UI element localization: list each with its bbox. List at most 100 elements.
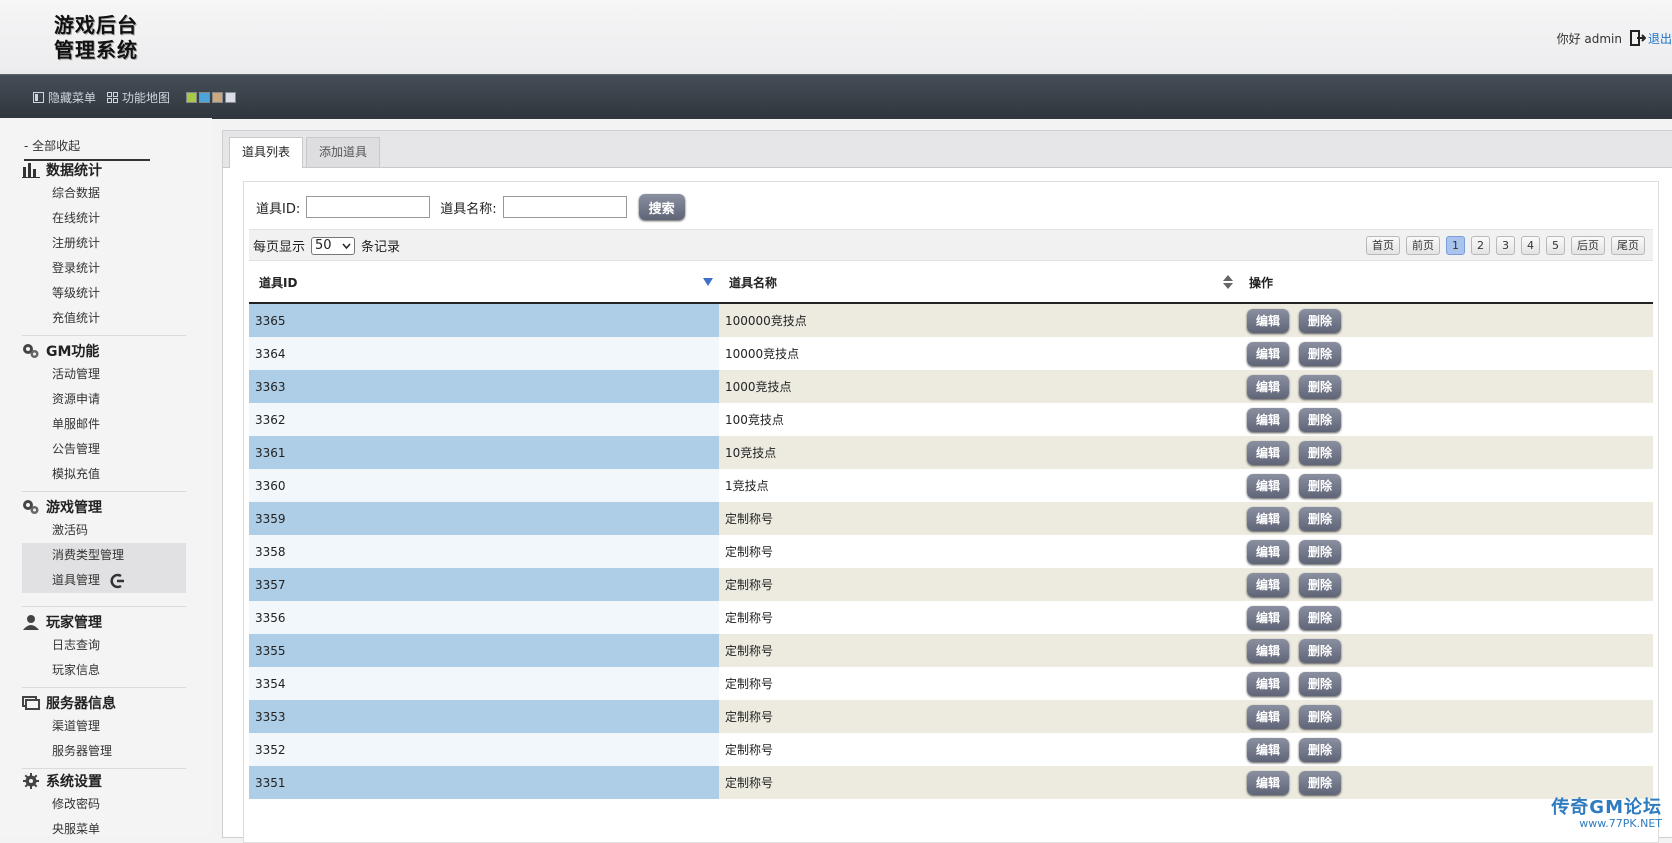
- table-row[interactable]: 3353 定制称号 编辑 删除: [249, 700, 1653, 733]
- delete-button[interactable]: 删除: [1299, 473, 1341, 498]
- delete-button[interactable]: 删除: [1299, 638, 1341, 663]
- sidebar-item[interactable]: 激活码: [22, 518, 186, 543]
- page-button[interactable]: 4: [1521, 236, 1540, 255]
- table-row[interactable]: 3364 10000竞技点 编辑 删除: [249, 337, 1653, 370]
- sidebar-item[interactable]: 消费类型管理: [22, 543, 186, 568]
- page-size-select[interactable]: 50: [311, 236, 356, 255]
- table-row[interactable]: 3362 100竞技点 编辑 删除: [249, 403, 1653, 436]
- page-button-current[interactable]: 1: [1446, 236, 1465, 255]
- table-row[interactable]: 3356 定制称号 编辑 删除: [249, 601, 1653, 634]
- edit-button[interactable]: 编辑: [1247, 341, 1289, 366]
- edit-button[interactable]: 编辑: [1247, 704, 1289, 729]
- sidebar-group-title[interactable]: 服务器信息: [22, 692, 186, 714]
- sidebar-item[interactable]: 模拟充值: [22, 462, 186, 487]
- table-row[interactable]: 3357 定制称号 编辑 删除: [249, 568, 1653, 601]
- edit-button[interactable]: 编辑: [1247, 737, 1289, 762]
- logout-link[interactable]: 退出: [1648, 30, 1672, 47]
- first-page-button[interactable]: 首页: [1366, 236, 1400, 255]
- table-row[interactable]: 3365 100000竞技点 编辑 删除: [249, 303, 1653, 337]
- edit-button[interactable]: 编辑: [1247, 473, 1289, 498]
- table-row[interactable]: 3351 定制称号 编辑 删除: [249, 766, 1653, 799]
- page-button[interactable]: 2: [1471, 236, 1490, 255]
- sidebar-group-title[interactable]: 系统设置: [22, 770, 186, 792]
- theme-swatch-blue[interactable]: [199, 92, 210, 103]
- sidebar-item[interactable]: 在线统计: [22, 206, 186, 231]
- delete-button[interactable]: 删除: [1299, 506, 1341, 531]
- delete-button[interactable]: 删除: [1299, 770, 1341, 795]
- delete-button[interactable]: 删除: [1299, 671, 1341, 696]
- delete-button[interactable]: 删除: [1299, 704, 1341, 729]
- hide-menu-button[interactable]: 隐藏菜单: [33, 89, 96, 106]
- next-page-button[interactable]: 后页: [1571, 236, 1605, 255]
- table-row[interactable]: 3360 1竞技点 编辑 删除: [249, 469, 1653, 502]
- theme-swatch-grey[interactable]: [225, 92, 236, 103]
- prev-page-button[interactable]: 前页: [1406, 236, 1440, 255]
- sidebar-item[interactable]: 央服菜单: [22, 817, 186, 842]
- edit-button[interactable]: 编辑: [1247, 572, 1289, 597]
- table-row[interactable]: 3358 定制称号 编辑 删除: [249, 535, 1653, 568]
- sidebar-item[interactable]: 修改密码: [22, 792, 186, 817]
- sidebar-item[interactable]: 注册统计: [22, 231, 186, 256]
- sidebar-group-title[interactable]: 游戏管理: [22, 496, 186, 518]
- sidebar-item[interactable]: 服务器管理: [22, 739, 186, 764]
- collapse-all-link[interactable]: - 全部收起: [24, 137, 150, 161]
- edit-button[interactable]: 编辑: [1247, 770, 1289, 795]
- column-header-id[interactable]: 道具ID: [249, 262, 719, 304]
- sidebar-group-title[interactable]: 玩家管理: [22, 611, 186, 633]
- sidebar-item[interactable]: 综合数据: [22, 181, 186, 206]
- table-row[interactable]: 3359 定制称号 编辑 删除: [249, 502, 1653, 535]
- theme-swatch-tan[interactable]: [212, 92, 223, 103]
- sidebar-item[interactable]: 玩家信息: [22, 658, 186, 683]
- function-map-button[interactable]: 功能地图: [107, 89, 170, 106]
- delete-button[interactable]: 删除: [1299, 737, 1341, 762]
- sidebar-group-title[interactable]: GM功能: [22, 340, 186, 362]
- delete-button[interactable]: 删除: [1299, 407, 1341, 432]
- sidebar-item[interactable]: 等级统计: [22, 281, 186, 306]
- logout-icon[interactable]: [1629, 30, 1646, 46]
- delete-button[interactable]: 删除: [1299, 572, 1341, 597]
- edit-button[interactable]: 编辑: [1247, 506, 1289, 531]
- column-header-name[interactable]: 道具名称: [719, 262, 1239, 304]
- edit-button[interactable]: 编辑: [1247, 638, 1289, 663]
- item-name-cell: 10竞技点: [719, 436, 1239, 469]
- delete-button[interactable]: 删除: [1299, 605, 1341, 630]
- table-row[interactable]: 3363 1000竞技点 编辑 删除: [249, 370, 1653, 403]
- table-row[interactable]: 3361 10竞技点 编辑 删除: [249, 436, 1653, 469]
- edit-button[interactable]: 编辑: [1247, 605, 1289, 630]
- table-row[interactable]: 3355 定制称号 编辑 删除: [249, 634, 1653, 667]
- tab-item-list[interactable]: 道具列表: [229, 137, 304, 168]
- delete-button[interactable]: 删除: [1299, 440, 1341, 465]
- delete-button[interactable]: 删除: [1299, 308, 1341, 333]
- table-body: 3365 100000竞技点 编辑 删除 3364 10000竞技点 编辑 删除 3363 100…: [249, 303, 1653, 799]
- delete-button[interactable]: 删除: [1299, 341, 1341, 366]
- sidebar-item[interactable]: 活动管理: [22, 362, 186, 387]
- delete-button[interactable]: 删除: [1299, 539, 1341, 564]
- search-button[interactable]: 搜索: [638, 194, 685, 220]
- table-row[interactable]: 3354 定制称号 编辑 删除: [249, 667, 1653, 700]
- page-button[interactable]: 5: [1546, 236, 1565, 255]
- sidebar-item-active[interactable]: 道具管理: [22, 568, 186, 593]
- sidebar-item[interactable]: 公告管理: [22, 437, 186, 462]
- edit-button[interactable]: 编辑: [1247, 374, 1289, 399]
- last-page-button[interactable]: 尾页: [1611, 236, 1645, 255]
- page-button[interactable]: 3: [1496, 236, 1515, 255]
- delete-button[interactable]: 删除: [1299, 374, 1341, 399]
- sidebar-item[interactable]: 单服邮件: [22, 412, 186, 437]
- sidebar-group-title[interactable]: 数据统计: [22, 159, 186, 181]
- edit-button[interactable]: 编辑: [1247, 539, 1289, 564]
- edit-button[interactable]: 编辑: [1247, 671, 1289, 696]
- tab-add-item[interactable]: 添加道具: [306, 137, 381, 167]
- item-id-input[interactable]: [306, 196, 431, 218]
- edit-button[interactable]: 编辑: [1247, 308, 1289, 333]
- sidebar-item[interactable]: 充值统计: [22, 306, 186, 331]
- theme-swatch-green[interactable]: [186, 92, 197, 103]
- function-map-icon: [107, 92, 118, 103]
- sidebar-item[interactable]: 登录统计: [22, 256, 186, 281]
- sidebar-item[interactable]: 日志查询: [22, 633, 186, 658]
- table-row[interactable]: 3352 定制称号 编辑 删除: [249, 733, 1653, 766]
- sidebar-item[interactable]: 渠道管理: [22, 714, 186, 739]
- edit-button[interactable]: 编辑: [1247, 440, 1289, 465]
- sidebar-item[interactable]: 资源申请: [22, 387, 186, 412]
- item-name-input[interactable]: [502, 196, 627, 218]
- edit-button[interactable]: 编辑: [1247, 407, 1289, 432]
